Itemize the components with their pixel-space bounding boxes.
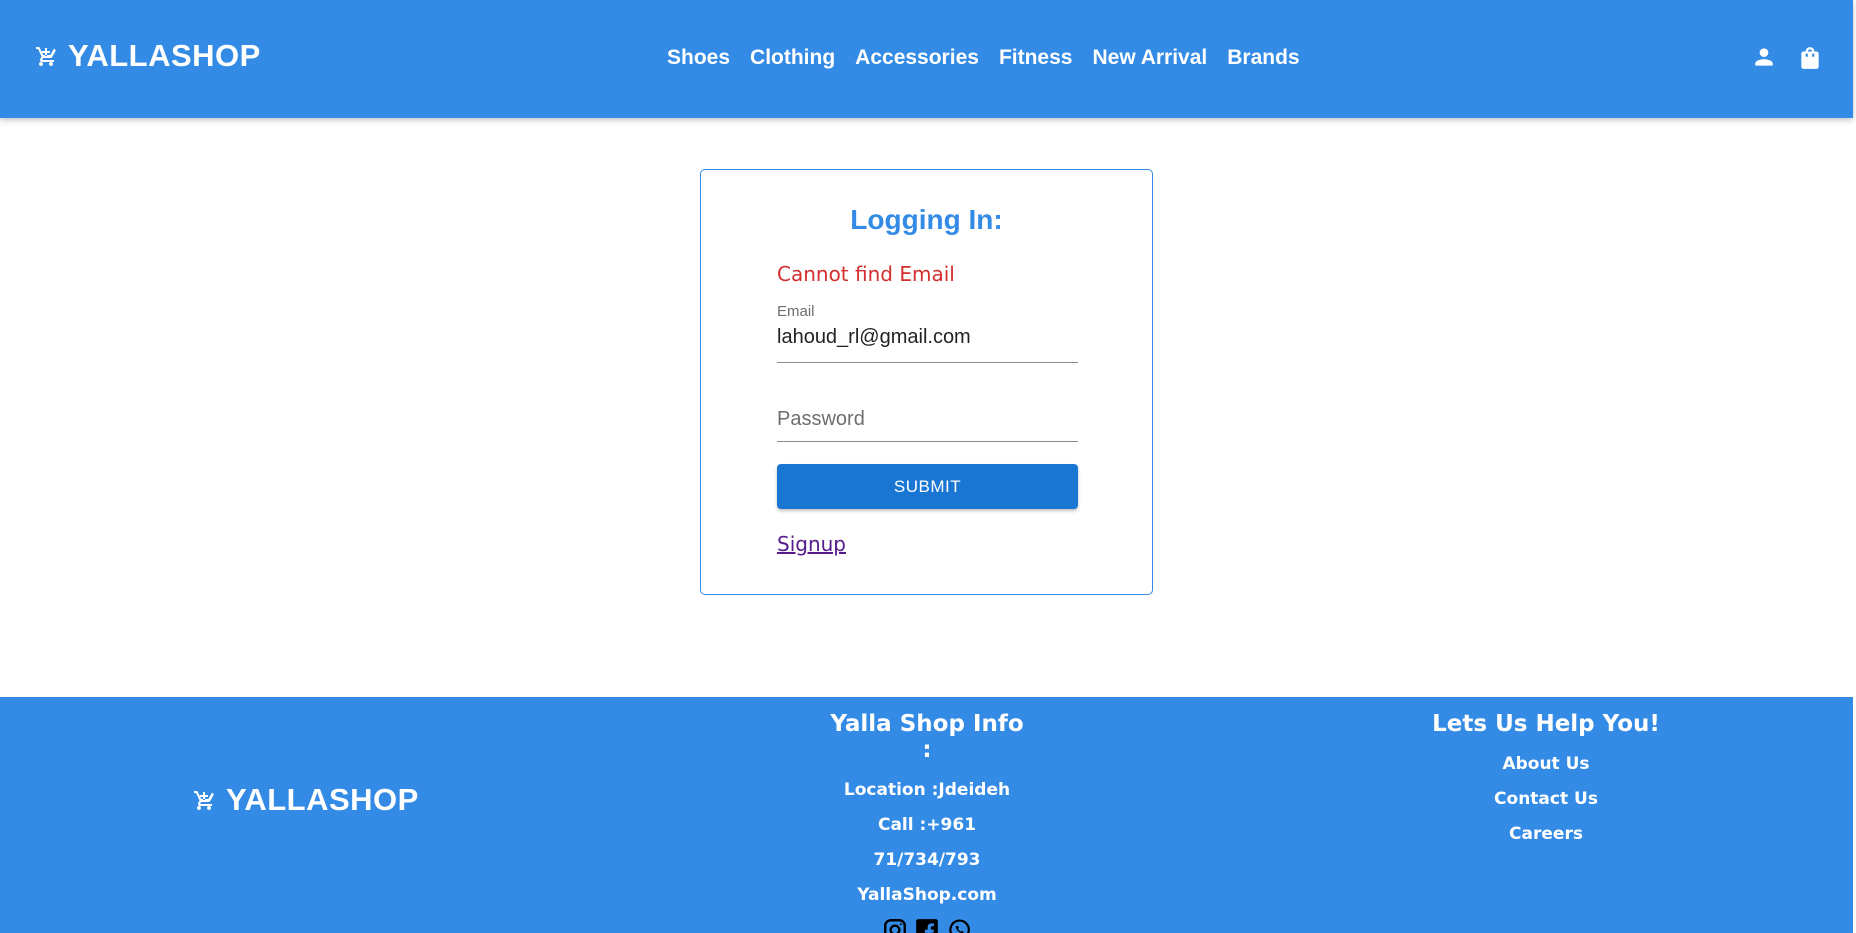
cart-icon [36, 47, 56, 66]
nav-item-clothing[interactable]: Clothing [750, 46, 835, 70]
submit-button[interactable]: SUBMIT [777, 464, 1078, 509]
footer-help-title: Lets Us Help You! [1432, 711, 1660, 737]
social-links [827, 917, 1027, 933]
site-header: YALLASHOP Shoes Clothing Accessories Fit… [0, 0, 1853, 118]
footer-info-column: Yalla Shop Info : Location :Jdeideh Call… [827, 711, 1027, 933]
footer-link-about-us[interactable]: About Us [1416, 747, 1676, 782]
login-title: Logging In: [850, 204, 1003, 235]
footer-phone: Call :+961 71/734/793 [873, 815, 981, 870]
password-field[interactable] [777, 408, 1078, 442]
user-icon[interactable] [1751, 44, 1777, 72]
footer-help-column: Lets Us Help You! About Us Contact Us Ca… [1416, 711, 1676, 852]
login-error-message: Cannot find Email [777, 262, 955, 286]
brand-logo-link[interactable]: YALLASHOP [34, 38, 261, 74]
footer-link-careers[interactable]: Careers [1416, 817, 1676, 852]
nav-item-new-arrival[interactable]: New Arrival [1092, 46, 1207, 70]
facebook-icon[interactable] [914, 917, 940, 933]
email-label: Email [777, 303, 815, 320]
email-input[interactable] [777, 326, 1078, 349]
cart-icon [194, 791, 214, 810]
footer-brand-name: YALLASHOP [226, 782, 419, 817]
email-field[interactable]: Email [777, 303, 1078, 363]
brand-name: YALLASHOP [68, 38, 261, 73]
whatsapp-icon[interactable] [946, 917, 972, 933]
footer-link-contact-us[interactable]: Contact Us [1416, 782, 1676, 817]
footer-location: Location :Jdeideh [843, 780, 1011, 800]
signup-link[interactable]: Signup [777, 532, 846, 556]
footer-website: YallaShop.com [857, 885, 997, 905]
page: YALLASHOP Shoes Clothing Accessories Fit… [0, 0, 1856, 933]
shopping-bag-icon[interactable] [1797, 44, 1823, 72]
header-actions [1751, 44, 1823, 72]
nav-item-shoes[interactable]: Shoes [667, 46, 730, 70]
instagram-icon[interactable] [882, 917, 908, 933]
password-input[interactable] [777, 408, 1078, 431]
main-nav: Shoes Clothing Accessories Fitness New A… [667, 46, 1320, 70]
nav-item-accessories[interactable]: Accessories [855, 46, 979, 70]
footer-brand-logo-link[interactable]: YALLASHOP [192, 782, 419, 818]
nav-item-fitness[interactable]: Fitness [999, 46, 1073, 70]
nav-item-brands[interactable]: Brands [1227, 46, 1299, 70]
footer-info-title: Yalla Shop Info : [830, 711, 1024, 763]
login-card: Logging In: Cannot find Email Email SUBM… [700, 169, 1153, 595]
site-footer: YALLASHOP Yalla Shop Info : Location :Jd… [0, 697, 1853, 933]
